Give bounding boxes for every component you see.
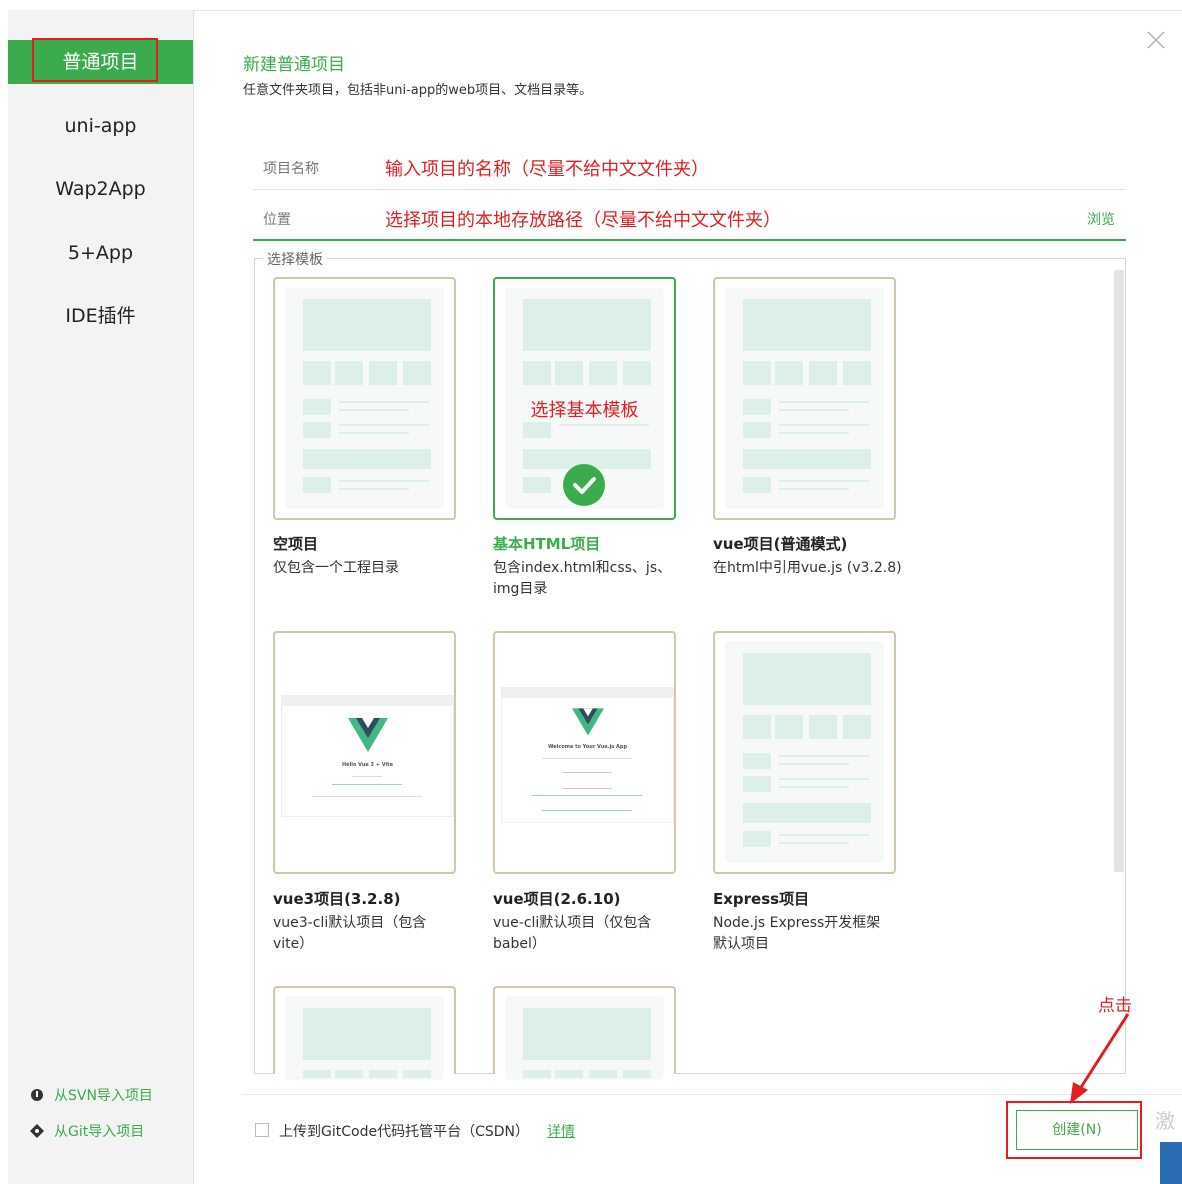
vue2-preview: Welcome to Your Vue.js App <box>501 687 674 823</box>
import-git-label: 从Git导入项目 <box>54 1124 145 1140</box>
template-card-vue3[interactable]: Hello Vue 3 + Vite <box>273 631 456 874</box>
import-git-link[interactable]: 从Git导入项目 <box>30 1121 144 1141</box>
sidebar-item-ide-plugin[interactable]: IDE插件 <box>8 294 193 338</box>
create-button[interactable]: 创建(N) <box>1016 1110 1138 1150</box>
git-icon <box>30 1124 44 1138</box>
sidebar-item-uni-app[interactable]: uni-app <box>8 104 193 148</box>
corner-watermark-text: 激 <box>1155 1109 1175 1133</box>
template-title-empty: 空项目 <box>273 535 319 553</box>
template-title-vue-normal: vue项目(普通模式) <box>713 535 848 553</box>
close-icon[interactable] <box>1146 30 1166 56</box>
template-preview <box>287 998 442 1078</box>
annotation-highlight-box <box>32 38 158 82</box>
template-preview <box>727 289 882 507</box>
template-card-basic-html[interactable]: 选择基本模板 <box>493 277 676 520</box>
template-card-partial[interactable] <box>493 986 676 1078</box>
upload-gitcode-checkbox[interactable] <box>255 1123 269 1137</box>
sidebar: 普通项目 uni-app Wap2App 5+App IDE插件 从SVN导入项… <box>8 10 194 1184</box>
footer-divider <box>242 1094 1182 1095</box>
sidebar-item-5plus-app[interactable]: 5+App <box>8 231 193 275</box>
template-card-vue-normal[interactable] <box>713 277 896 520</box>
details-link[interactable]: 详情 <box>547 1121 575 1141</box>
template-card-express[interactable] <box>713 631 896 874</box>
template-desc-vue-normal: 在html中引用vue.js (v3.2.8) <box>713 560 902 576</box>
location-label: 位置 <box>263 212 291 228</box>
select-template-hint: 选择基本模板 <box>530 400 639 421</box>
template-title-vue2: vue项目(2.6.10) <box>493 890 621 908</box>
template-title-express: Express项目 <box>713 890 810 908</box>
annotation-arrow-icon <box>1070 1013 1130 1104</box>
location-input[interactable]: 选择项目的本地存放路径（尽量不给中文文件夹） <box>385 206 781 232</box>
template-desc-vue2: vue-cli默认项目（仅包含babel） <box>493 915 652 952</box>
import-svn-link[interactable]: 从SVN导入项目 <box>30 1085 153 1105</box>
import-svn-label: 从SVN导入项目 <box>54 1088 153 1104</box>
upload-gitcode-label: 上传到GitCode代码托管平台（CSDN） <box>279 1124 529 1140</box>
template-preview <box>727 643 882 861</box>
project-name-input[interactable]: 输入项目的名称（尽量不给中文文件夹） <box>385 155 709 181</box>
vue-logo-icon <box>348 718 388 756</box>
template-scrollbar[interactable] <box>1114 270 1124 872</box>
template-preview <box>287 289 442 507</box>
template-card-vue2[interactable]: Welcome to Your Vue.js App <box>493 631 676 874</box>
location-field-underline <box>253 239 1126 241</box>
vue3-preview: Hello Vue 3 + Vite <box>281 695 454 817</box>
template-desc-basic-html: 包含index.html和css、js、img目录 <box>493 560 672 597</box>
template-title-basic-html: 基本HTML项目 <box>493 535 601 553</box>
vue3-preview-heading: Hello Vue 3 + Vite <box>342 762 393 768</box>
template-desc-vue3: vue3-cli默认项目（包含vite） <box>273 915 427 952</box>
template-card-partial[interactable] <box>273 986 456 1078</box>
page-subtitle: 任意文件夹项目，包括非uni-app的web项目、文档目录等。 <box>243 83 593 98</box>
vue-logo-icon <box>572 708 604 740</box>
template-desc-empty: 仅包含一个工程目录 <box>273 560 399 576</box>
template-desc-express: Node.js Express开发框架默认项目 <box>713 915 881 952</box>
name-field-underline <box>253 189 1126 190</box>
template-preview <box>507 998 662 1078</box>
sidebar-item-wap2app[interactable]: Wap2App <box>8 167 193 211</box>
page-title: 新建普通项目 <box>243 55 345 75</box>
template-title-vue3: vue3项目(3.2.8) <box>273 890 401 908</box>
top-border <box>193 10 1182 11</box>
svn-icon <box>30 1088 44 1102</box>
vue2-preview-heading: Welcome to Your Vue.js App <box>547 744 628 750</box>
template-legend: 选择模板 <box>263 249 327 269</box>
project-name-label: 项目名称 <box>263 161 319 177</box>
browse-button[interactable]: 浏览 <box>1087 209 1115 229</box>
corner-app-icon <box>1160 1142 1182 1184</box>
template-card-empty[interactable] <box>273 277 456 520</box>
selected-check-icon <box>563 464 605 506</box>
